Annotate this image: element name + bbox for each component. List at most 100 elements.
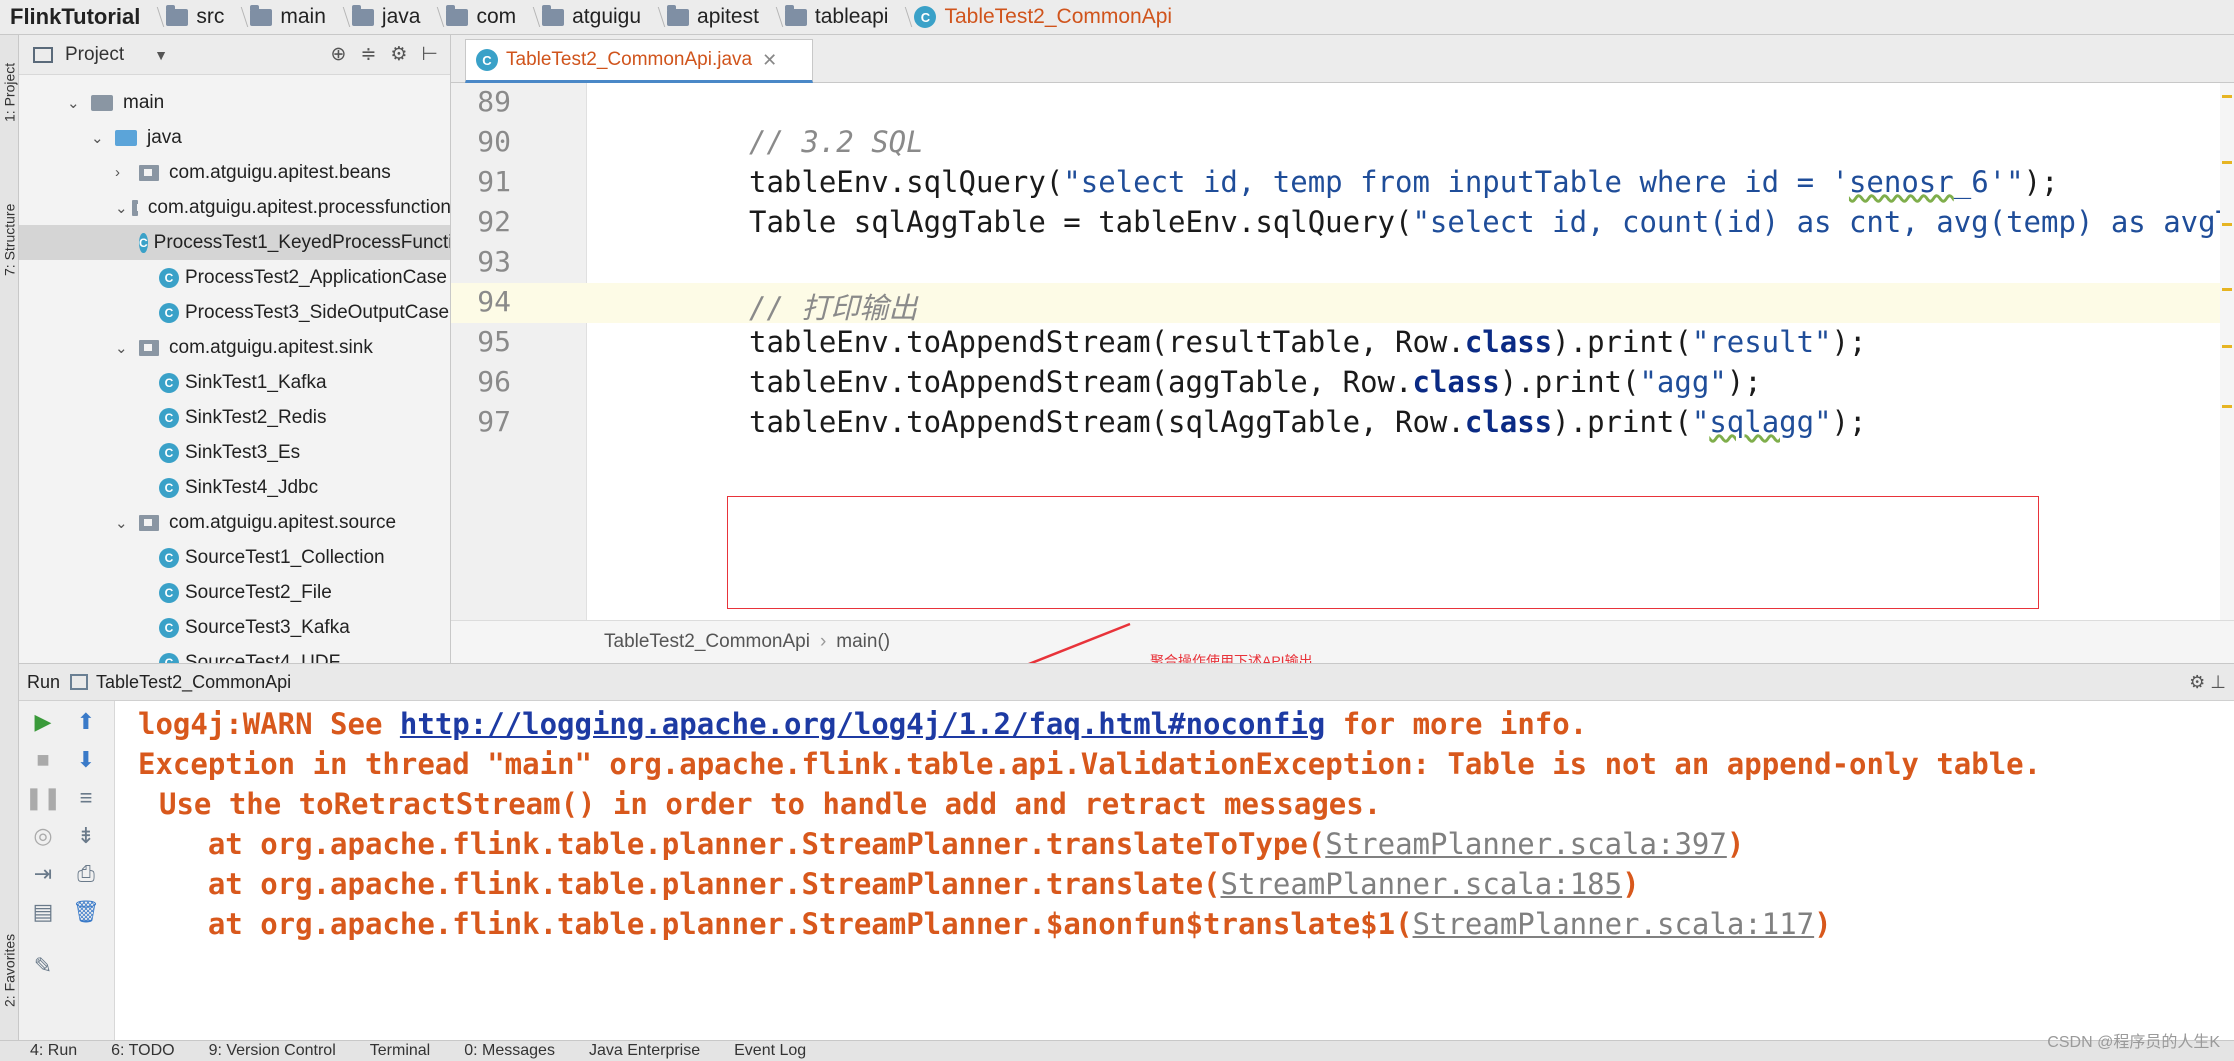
run-panel-label[interactable]: Run xyxy=(27,672,60,693)
run-console-output[interactable]: log4j:WARN See http://logging.apache.org… xyxy=(115,701,2234,1040)
tree-item[interactable]: ⌄ com.atguigu.apitest.source xyxy=(19,505,450,540)
editor-breadcrumb-class[interactable]: TableTest2_CommonApi xyxy=(604,631,810,653)
tree-item[interactable]: › com.atguigu.apitest.beans xyxy=(19,155,450,190)
tree-item[interactable]: C SourceTest4_UDF xyxy=(19,645,450,664)
tree-item-label: main xyxy=(123,91,165,113)
breadcrumb-label: apitest xyxy=(697,5,759,28)
status-bar-tab[interactable]: 0: Messages xyxy=(464,1042,555,1060)
soft-wrap-icon[interactable]: ≡ xyxy=(71,783,101,813)
tree-item[interactable]: ⌄ java xyxy=(19,120,450,155)
hide-panel-icon[interactable]: ⊢ xyxy=(421,43,438,66)
tree-item[interactable]: ⌄ com.atguigu.apitest.sink xyxy=(19,330,450,365)
breadcrumb-label: atguigu xyxy=(572,5,642,28)
gear-icon[interactable]: ⚙ xyxy=(390,43,407,66)
code-line: // 打印输出 xyxy=(749,291,918,325)
structure-tool-window-label[interactable]: 7: Structure xyxy=(0,185,19,295)
run-panel-header: Run TableTest2_CommonApi ⚙ ⊥ xyxy=(19,663,2234,701)
breadcrumb-item[interactable]: tableapi xyxy=(779,0,895,35)
navigation-bar: FlinkTutorial src main java com atguigu apites… xyxy=(0,0,2234,35)
stop-icon[interactable]: ■ xyxy=(28,745,58,775)
status-bar-tab[interactable]: Terminal xyxy=(370,1042,430,1060)
tree-item-label: SinkTest4_Jdbc xyxy=(185,476,319,498)
folder-icon xyxy=(542,4,565,26)
breadcrumb-item[interactable]: C TableTest2_CommonApi xyxy=(908,0,1178,35)
tree-item-label: SourceTest4_UDF xyxy=(185,651,341,664)
scroll-to-end-icon[interactable]: ⇟ xyxy=(71,821,101,851)
status-bar-tab[interactable]: 6: TODO xyxy=(111,1042,174,1060)
trash-icon[interactable]: 🗑 xyxy=(71,897,101,927)
dump-threads-icon[interactable]: ◎ xyxy=(28,821,58,851)
tab-tabletest2-commonapi[interactable]: C TableTest2_CommonApi.java ✕ xyxy=(465,39,813,83)
run-config-name[interactable]: TableTest2_CommonApi xyxy=(96,672,291,693)
collapse-all-icon[interactable]: ≑ xyxy=(360,43,376,66)
breadcrumb-separator xyxy=(426,0,440,35)
chevron-down-icon[interactable]: ⌄ xyxy=(91,129,111,147)
pin-icon[interactable]: ✎ xyxy=(28,951,58,981)
down-arrow-icon[interactable]: ⬇ xyxy=(71,745,101,775)
status-bar-tab[interactable]: Java Enterprise xyxy=(589,1042,700,1060)
tree-item[interactable]: C SourceTest3_Kafka xyxy=(19,610,450,645)
editor-gutter: 89 90 91 92 93 94 95 96 97 xyxy=(451,83,587,620)
project-panel-header: Project ▼ ⊕ ≑ ⚙ ⊢ xyxy=(19,35,450,75)
status-bar-tab[interactable]: 4: Run xyxy=(30,1042,77,1060)
chevron-down-icon[interactable]: ⌄ xyxy=(67,94,87,112)
console-line: at org.apache.flink.table.planner.Stream… xyxy=(138,867,1640,901)
tree-item-label: ProcessTest1_KeyedProcessFunction xyxy=(153,231,451,253)
folder-icon xyxy=(446,4,469,26)
project-tool-window-label[interactable]: 1: Project xyxy=(0,37,19,147)
console-line: at org.apache.flink.table.planner.Stream… xyxy=(138,907,1832,941)
tab-label: TableTest2_CommonApi.java xyxy=(506,49,753,70)
editor-breadcrumb-method[interactable]: main() xyxy=(836,631,890,653)
breadcrumb-label: main xyxy=(280,5,326,28)
chevron-down-icon[interactable]: ▼ xyxy=(154,47,168,63)
line-number: 95 xyxy=(477,325,511,358)
breadcrumb-item[interactable]: java xyxy=(346,0,427,35)
status-bar-tab[interactable]: 9: Version Control xyxy=(209,1042,336,1060)
java-class-icon: C xyxy=(159,477,179,498)
editor-error-stripe[interactable] xyxy=(2220,83,2234,620)
breadcrumb-item[interactable]: com xyxy=(440,0,522,35)
code-line: tableEnv.toAppendStream(resultTable, Row… xyxy=(749,325,1867,359)
tree-item[interactable]: C SinkTest1_Kafka xyxy=(19,365,450,400)
code-line: tableEnv.toAppendStream(sqlAggTable, Row… xyxy=(749,405,1867,439)
code-line: tableEnv.sqlQuery("select id, temp from … xyxy=(749,165,2059,199)
pause-icon[interactable]: ❚❚ xyxy=(25,783,62,813)
folder-icon xyxy=(667,4,690,26)
breadcrumb-item[interactable]: main xyxy=(244,0,332,35)
tree-item[interactable]: C SinkTest3_Es xyxy=(19,435,450,470)
project-panel-title[interactable]: Project xyxy=(65,44,124,66)
tree-item[interactable]: C SourceTest2_File xyxy=(19,575,450,610)
tree-item[interactable]: ⌄ main xyxy=(19,85,450,120)
tree-item[interactable]: C ProcessTest3_SideOutputCase xyxy=(19,295,450,330)
favorites-tool-window-label[interactable]: 2: Favorites xyxy=(0,915,19,1025)
chevron-down-icon[interactable]: ⌄ xyxy=(115,199,128,217)
tree-item[interactable]: C ProcessTest1_KeyedProcessFunction xyxy=(19,225,451,260)
run-toolbar: ▶ ■ ❚❚ ◎ ⇥ ▤ ✎ ⬆ ⬇ ≡ ⇟ ⎙ 🗑 xyxy=(19,701,115,1040)
rerun-icon[interactable]: ▶ xyxy=(28,707,58,737)
breadcrumb-item[interactable]: src xyxy=(160,0,230,35)
tree-item[interactable]: C ProcessTest2_ApplicationCase xyxy=(19,260,450,295)
tree-item[interactable]: C SinkTest4_Jdbc xyxy=(19,470,450,505)
exit-icon[interactable]: ⇥ xyxy=(28,859,58,889)
breadcrumb-item[interactable]: atguigu xyxy=(536,0,647,35)
close-tab-icon[interactable]: ✕ xyxy=(762,50,777,71)
chevron-down-icon[interactable]: ⌄ xyxy=(115,339,135,357)
tree-item[interactable]: C SourceTest1_Collection xyxy=(19,540,450,575)
status-bar-tab[interactable]: Event Log xyxy=(734,1042,806,1060)
locate-icon[interactable]: ⊕ xyxy=(331,43,347,66)
breadcrumb-item[interactable]: FlinkTutorial xyxy=(4,0,146,35)
breadcrumb-label: com xyxy=(476,5,517,28)
chevron-right-icon[interactable]: › xyxy=(115,164,135,181)
tree-item-label: com.atguigu.apitest.processfunction xyxy=(147,196,451,218)
tree-item[interactable]: C SinkTest2_Redis xyxy=(19,400,450,435)
breadcrumb-item[interactable]: apitest xyxy=(661,0,765,35)
layout-icon[interactable]: ▤ xyxy=(28,897,58,927)
up-arrow-icon[interactable]: ⬆ xyxy=(71,707,101,737)
print-icon[interactable]: ⎙ xyxy=(71,859,101,889)
tree-item[interactable]: ⌄ com.atguigu.apitest.processfunction xyxy=(19,190,451,225)
run-panel-gear-icon[interactable]: ⚙ ⊥ xyxy=(2189,672,2234,693)
tree-item-label: SourceTest3_Kafka xyxy=(185,616,350,638)
code-line: tableEnv.toAppendStream(aggTable, Row.cl… xyxy=(749,365,1762,399)
java-class-icon: C xyxy=(476,49,498,71)
chevron-down-icon[interactable]: ⌄ xyxy=(115,514,135,532)
